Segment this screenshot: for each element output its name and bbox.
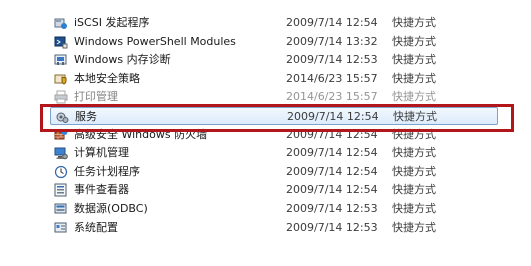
item-name: 系统配置 [74,220,118,234]
item-date-modified: 2009/7/14 12:53 [286,220,378,234]
list-item[interactable]: 事件查看器 2009/7/14 12:54 快捷方式 [50,181,498,199]
file-list-window: iSCSI 发起程序 2009/7/14 12:54 快捷方式 Windows Pow… [0,0,531,266]
top-fade [0,0,531,12]
item-name: 事件查看器 [74,183,129,197]
item-name: 本地安全策略 [74,71,140,85]
list-item[interactable]: Windows PowerShell Modules 2009/7/14 13:3… [50,33,498,51]
item-date-modified: 2009/7/14 13:32 [286,34,378,48]
item-name: 数据源(ODBC) [74,202,148,215]
item-type: 快捷方式 [392,164,436,178]
list-item[interactable]: 数据源(ODBC) 2009/7/14 12:53 快捷方式 [50,200,498,218]
item-name: 计算机管理 [74,146,129,160]
item-type: 快捷方式 [392,146,436,160]
item-date-modified: 2009/7/14 12:54 [286,16,378,29]
list-item[interactable]: 计算机管理 2009/7/14 12:54 快捷方式 [50,144,498,162]
memory-diagnostic-icon [54,53,68,67]
item-name: Windows 内存诊断 [74,53,171,67]
item-name: iSCSI 发起程序 [74,16,150,29]
item-type: 快捷方式 [392,53,436,67]
item-name: 打印管理 [74,90,118,104]
annotation-highlight-frame [40,104,514,132]
system-config-icon [54,221,68,235]
item-date-modified: 2014/6/23 15:57 [286,71,378,85]
odbc-icon [54,202,68,216]
item-date-modified: 2014/6/23 15:57 [286,90,378,104]
item-type: 快捷方式 [392,202,436,215]
item-date-modified: 2009/7/14 12:53 [286,53,378,67]
item-type: 快捷方式 [392,183,436,197]
powershell-icon [54,35,68,49]
list-item[interactable]: 系统配置 2009/7/14 12:53 快捷方式 [50,219,498,237]
item-type: 快捷方式 [392,71,436,85]
item-date-modified: 2009/7/14 12:53 [286,202,378,215]
list-item[interactable]: 本地安全策略 2014/6/23 15:57 快捷方式 [50,70,498,88]
item-date-modified: 2009/7/14 12:54 [286,146,378,160]
item-type: 快捷方式 [392,34,436,48]
item-name: Windows PowerShell Modules [74,34,236,48]
list-item[interactable]: iSCSI 发起程序 2009/7/14 12:54 快捷方式 [50,14,498,32]
list-item[interactable]: 任务计划程序 2009/7/14 12:54 快捷方式 [50,163,498,181]
print-management-icon [54,90,68,104]
bottom-fade [0,244,531,266]
task-scheduler-icon [54,165,68,179]
file-list: iSCSI 发起程序 2009/7/14 12:54 快捷方式 Windows Pow… [0,0,531,266]
iscsi-icon [54,16,68,30]
item-name: 任务计划程序 [74,164,140,178]
security-policy-icon [54,72,68,86]
list-item[interactable]: Windows 内存诊断 2009/7/14 12:53 快捷方式 [50,51,498,69]
item-date-modified: 2009/7/14 12:54 [286,164,378,178]
event-viewer-icon [54,183,68,197]
item-type: 快捷方式 [392,16,436,29]
computer-management-icon [54,146,68,160]
item-date-modified: 2009/7/14 12:54 [286,183,378,197]
item-type: 快捷方式 [392,220,436,234]
item-type: 快捷方式 [392,90,436,104]
